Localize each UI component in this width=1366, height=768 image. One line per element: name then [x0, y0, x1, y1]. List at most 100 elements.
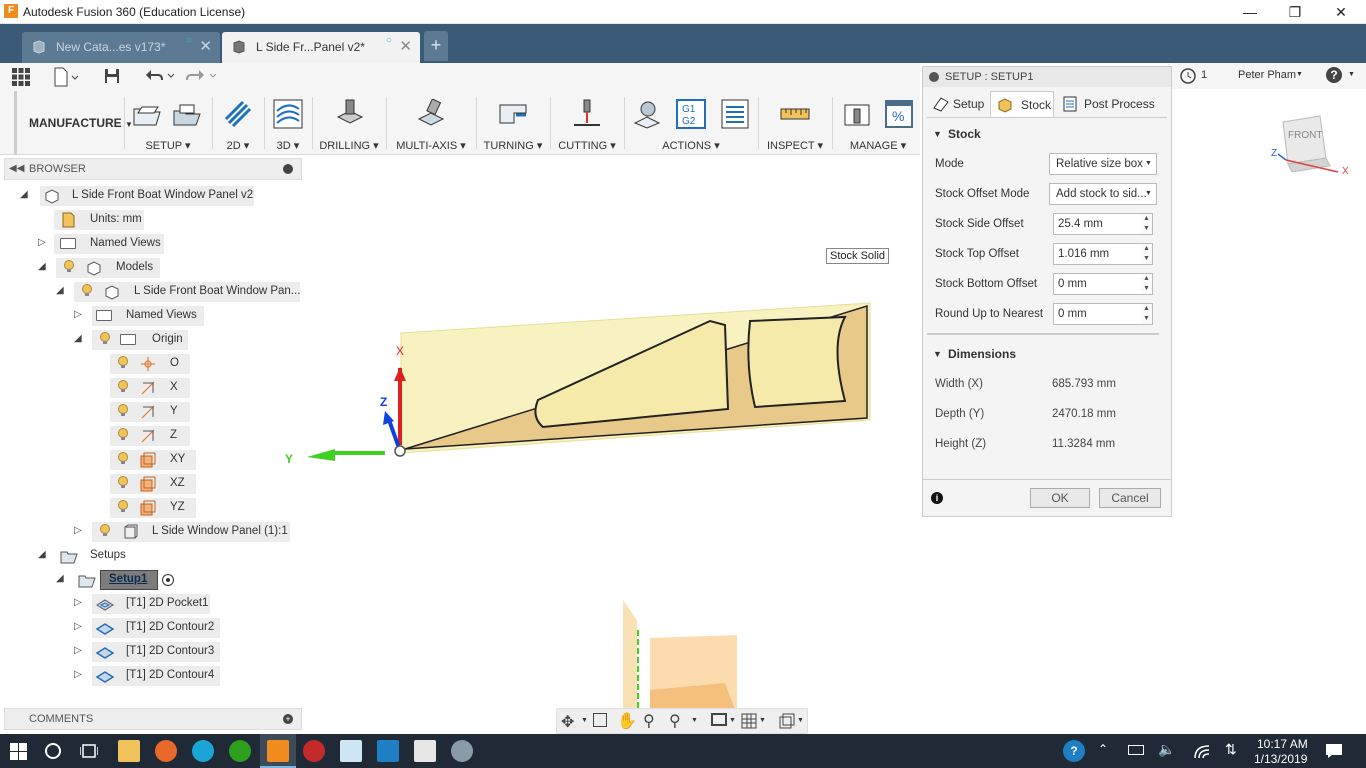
tab-l-side-front-panel[interactable]: L Side Fr...Panel v2* ○ ✕	[222, 32, 420, 63]
clock-time[interactable]: 10:17 AM	[1257, 737, 1308, 751]
tree-row-root[interactable]: ◢ L Side Front Boat Window Panel v2	[4, 184, 302, 208]
tab-post-process[interactable]: Post Process	[1056, 91, 1168, 117]
browser-header[interactable]: ◀◀ BROWSER	[4, 158, 302, 180]
stepper[interactable]: ▲ ▼	[1141, 243, 1153, 265]
viewcube[interactable]: FRONT X Z	[1268, 110, 1358, 180]
expand-icon[interactable]: ▷	[74, 309, 86, 321]
mode-select[interactable]: Relative size box	[1049, 153, 1157, 175]
tab-new-catalog[interactable]: New Cata...es v173* ○ ✕	[22, 32, 220, 63]
ribbon-group-cutting[interactable]: CUTTING ▾	[554, 91, 620, 155]
user-menu-chevron-icon[interactable]: ▼	[1296, 71, 1303, 78]
expand-icon[interactable]: ▷	[74, 621, 86, 633]
active-setup-icon[interactable]	[162, 574, 174, 586]
minimize-button[interactable]: —	[1230, 2, 1270, 22]
visibility-bulb-icon[interactable]	[118, 428, 128, 441]
collapse-icon[interactable]: ◢	[38, 549, 50, 561]
visibility-bulb-icon[interactable]	[118, 452, 128, 465]
collapse-icon[interactable]: ◢	[56, 573, 68, 585]
undo-icon[interactable]	[144, 68, 176, 84]
user-name[interactable]: Peter Pham	[1238, 69, 1296, 81]
ribbon-group-turning[interactable]: TURNING ▾	[480, 91, 546, 155]
pan-hand-icon[interactable]: ✋	[617, 711, 637, 731]
collapse-icon[interactable]: ◢	[38, 261, 50, 273]
visibility-bulb-icon[interactable]	[100, 332, 110, 345]
chevron-down-icon[interactable]: ▼	[691, 717, 698, 724]
close-tab-icon[interactable]: ✕	[399, 32, 412, 62]
clock-date[interactable]: 1/13/2019	[1254, 752, 1307, 766]
visibility-bulb-icon[interactable]	[118, 356, 128, 369]
tree-row-y-axis[interactable]: Y	[4, 400, 302, 424]
redo-icon[interactable]	[186, 68, 218, 84]
network-icon[interactable]: ⇅	[1225, 741, 1237, 758]
collapse-icon[interactable]: ◢	[20, 189, 32, 201]
stepper[interactable]: ▲ ▼	[1141, 213, 1153, 235]
tree-row-operation[interactable]: ▷ [T1] 2D Pocket1	[4, 592, 302, 616]
stepper[interactable]: ▲ ▼	[1141, 303, 1153, 325]
grid-settings-icon[interactable]	[741, 713, 757, 729]
visibility-bulb-icon[interactable]	[118, 500, 128, 513]
calculator-icon[interactable]	[414, 740, 436, 762]
app-c-icon[interactable]	[192, 740, 214, 762]
stock-bottom-offset-input[interactable]: 0 mm	[1053, 273, 1153, 295]
volume-icon[interactable]: 🔈	[1158, 741, 1175, 758]
chevron-down-icon[interactable]: ▼	[581, 717, 588, 724]
stock-top-offset-input[interactable]: 1.016 mm	[1053, 243, 1153, 265]
fit-zoom-icon[interactable]: ⚲	[669, 711, 681, 731]
tree-row-operation[interactable]: ▷ [T1] 2D Contour2	[4, 616, 302, 640]
info-icon[interactable]: i	[931, 492, 943, 504]
expand-icon[interactable]: ▷	[74, 525, 86, 537]
expand-icon[interactable]: ▷	[74, 645, 86, 657]
add-comment-icon[interactable]: +	[283, 714, 293, 724]
file-menu-icon[interactable]	[54, 67, 80, 87]
section-collapse-icon[interactable]: ▼	[933, 129, 942, 139]
tree-row-xy-plane[interactable]: XY	[4, 448, 302, 472]
tab-setup[interactable]: Setup	[927, 91, 989, 117]
tree-row-window-panel-body[interactable]: ▷ L Side Window Panel (1):1	[4, 520, 302, 544]
tray-chevron-icon[interactable]: ⌃	[1098, 742, 1108, 756]
workspace-switcher[interactable]: MANUFACTURE ▼	[14, 91, 133, 155]
pin-icon[interactable]	[283, 164, 293, 174]
tree-row-named-views-2[interactable]: ▷ Named Views	[4, 304, 302, 328]
tree-row-model-component[interactable]: ◢ L Side Front Boat Window Pan...	[4, 280, 302, 304]
collapse-icon[interactable]: ◢	[74, 333, 86, 345]
paint-icon[interactable]	[451, 740, 473, 762]
orbit-icon[interactable]: ✥	[561, 712, 574, 732]
battery-icon[interactable]	[1128, 745, 1144, 755]
ribbon-group-multi-axis[interactable]: MULTI-AXIS ▾	[390, 91, 472, 155]
ribbon-group-2d[interactable]: 2D ▾	[214, 91, 262, 155]
save-icon[interactable]	[104, 68, 120, 84]
notepad-icon[interactable]	[340, 740, 362, 762]
tree-row-z-axis[interactable]: Z	[4, 424, 302, 448]
tree-row-models[interactable]: ◢ Models	[4, 256, 302, 280]
task-view-icon[interactable]	[80, 743, 98, 759]
tree-row-operation[interactable]: ▷ [T1] 2D Contour4	[4, 664, 302, 688]
ok-button[interactable]: OK	[1030, 488, 1090, 508]
collapse-browser-icon[interactable]: ◀◀	[9, 163, 24, 174]
data-panel-grid-icon[interactable]	[12, 68, 30, 86]
help-icon[interactable]: ?	[1326, 67, 1342, 83]
new-tab-button[interactable]: +	[424, 31, 448, 61]
ribbon-group-drilling[interactable]: DRILLING ▾	[316, 91, 382, 155]
zoom-icon[interactable]: ⚲	[643, 711, 655, 731]
tree-row-origin-point[interactable]: O	[4, 352, 302, 376]
tree-row-setup1[interactable]: ◢ Setup1	[4, 568, 302, 592]
ribbon-group-3d[interactable]: 3D ▾	[266, 91, 310, 155]
visibility-bulb-icon[interactable]	[64, 260, 74, 273]
app-blue-icon[interactable]	[377, 740, 399, 762]
model-canvas[interactable]	[305, 155, 922, 745]
visibility-bulb-icon[interactable]	[100, 524, 110, 537]
ribbon-group-actions[interactable]: G1 G2 ACTIONS ▾	[628, 91, 754, 155]
chevron-down-icon[interactable]: ▼	[797, 717, 804, 724]
tree-row-operation[interactable]: ▷ [T1] 2D Contour3	[4, 640, 302, 664]
comments-panel[interactable]: COMMENTS +	[4, 708, 302, 730]
search-icon[interactable]	[45, 743, 61, 759]
tab-stock[interactable]: Stock	[990, 91, 1054, 117]
tree-row-yz-plane[interactable]: YZ	[4, 496, 302, 520]
close-tab-icon[interactable]: ✕	[199, 32, 212, 62]
tree-row-setups[interactable]: ◢ Setups	[4, 544, 302, 568]
tree-row-named-views[interactable]: ▷ Named Views	[4, 232, 302, 256]
file-explorer-icon[interactable]	[118, 740, 140, 762]
help-menu-chevron-icon[interactable]: ▼	[1348, 71, 1355, 78]
ribbon-group-setup[interactable]: SETUP ▾	[128, 91, 208, 155]
visibility-bulb-icon[interactable]	[118, 404, 128, 417]
